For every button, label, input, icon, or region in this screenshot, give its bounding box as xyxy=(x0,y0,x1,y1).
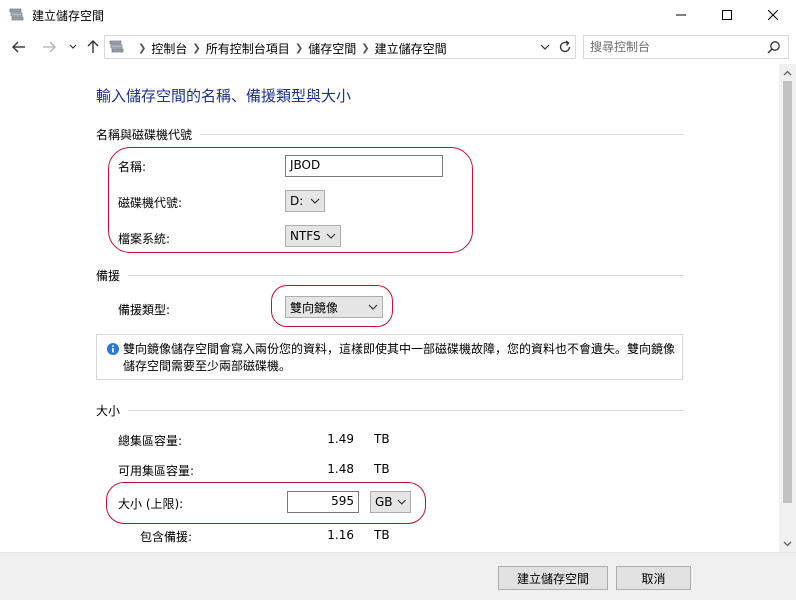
up-button[interactable] xyxy=(84,38,102,56)
cancel-button[interactable]: 取消 xyxy=(616,566,691,590)
refresh-button[interactable] xyxy=(557,39,573,55)
available-capacity-unit: TB xyxy=(374,462,390,476)
divider xyxy=(200,134,684,135)
drive-letter-value: D: xyxy=(290,194,304,208)
address-bar[interactable]: ❯ 控制台 ❯ 所有控制台項目 ❯ 儲存空間 ❯ 建立儲存空間 xyxy=(104,35,576,59)
resiliency-type-dropdown[interactable]: 雙向鏡像 xyxy=(285,296,383,318)
scroll-down-button[interactable] xyxy=(779,535,796,552)
name-label: 名稱: xyxy=(118,160,147,174)
arrow-right-icon xyxy=(43,41,56,53)
chevron-down-icon xyxy=(540,44,550,50)
create-storage-space-window: 建立儲存空間 ❯ 控制台 ❯ 所有控制台項目 ❯ 儲存空間 ❯ 建立儲存空間 搜… xyxy=(0,0,796,600)
storage-spaces-icon xyxy=(9,8,24,21)
drive-letter-label: 磁碟機代號: xyxy=(118,196,183,210)
section-title: 大小 xyxy=(96,404,121,418)
drive-letter-dropdown[interactable]: D: xyxy=(285,190,325,212)
chevron-down-icon xyxy=(783,541,792,546)
section-title: 名稱與磁碟機代號 xyxy=(96,128,193,142)
breadcrumb-item[interactable]: 建立儲存空間 xyxy=(375,40,447,57)
chevron-down-icon xyxy=(310,198,320,204)
name-section-header: 名稱與磁碟機代號 xyxy=(96,126,684,143)
window-title: 建立儲存空間 xyxy=(32,9,105,23)
max-size-input[interactable]: 595 xyxy=(287,491,359,513)
breadcrumb: ❯ 控制台 ❯ 所有控制台項目 ❯ 儲存空間 ❯ 建立儲存空間 xyxy=(133,40,447,57)
arrow-up-icon xyxy=(87,40,99,53)
breadcrumb-item[interactable]: 控制台 xyxy=(151,40,187,57)
recent-locations-button[interactable] xyxy=(64,38,82,56)
file-system-label: 檔案系統: xyxy=(118,232,171,246)
page-title: 輸入儲存空間的名稱、備援類型與大小 xyxy=(96,87,352,105)
breadcrumb-item[interactable]: 儲存空間 xyxy=(308,40,356,57)
search-icon[interactable] xyxy=(767,40,781,54)
info-icon xyxy=(107,343,119,355)
size-unit-dropdown[interactable]: GB xyxy=(370,491,411,513)
chevron-right-icon[interactable]: ❯ xyxy=(361,43,369,54)
scrollbar-thumb[interactable] xyxy=(783,81,792,503)
divider xyxy=(128,410,684,411)
resiliency-info-box: 雙向鏡像儲存空間會寫入兩份您的資料，這樣即使其中一部磁碟機故障，您的資料也不會遺… xyxy=(96,334,683,380)
refresh-icon xyxy=(559,40,571,53)
arrow-left-icon xyxy=(12,41,25,53)
title-bar: 建立儲存空間 xyxy=(0,0,796,30)
main-content: 輸入儲存空間的名稱、備援類型與大小 名稱與磁碟機代號 名稱: JBOD 磁碟機代… xyxy=(0,64,779,552)
minimize-icon xyxy=(676,14,686,16)
file-system-dropdown[interactable]: NTFS xyxy=(285,225,341,247)
chevron-right-icon[interactable]: ❯ xyxy=(192,43,200,54)
dialog-footer: 建立儲存空間 取消 xyxy=(0,552,796,600)
chevron-down-icon xyxy=(326,233,336,239)
resiliency-section-header: 備援 xyxy=(96,267,684,284)
max-size-label: 大小 (上限): xyxy=(118,497,184,511)
close-button[interactable] xyxy=(750,0,796,30)
total-capacity-value: 1.49 xyxy=(327,432,354,446)
maximize-button[interactable] xyxy=(704,0,750,30)
chevron-down-icon xyxy=(397,499,406,505)
resiliency-type-value: 雙向鏡像 xyxy=(290,300,339,315)
search-box xyxy=(583,35,789,59)
file-system-value: NTFS xyxy=(290,229,321,243)
chevron-down-icon xyxy=(69,44,77,49)
divider xyxy=(128,275,684,276)
vertical-scrollbar[interactable] xyxy=(779,64,796,552)
available-capacity-value: 1.48 xyxy=(327,462,354,476)
chevron-up-icon xyxy=(783,70,792,75)
storage-spaces-icon xyxy=(109,40,124,53)
search-input[interactable] xyxy=(590,39,760,55)
size-section-header: 大小 xyxy=(96,402,684,419)
size-unit-value: GB xyxy=(375,495,393,509)
minimize-button[interactable] xyxy=(658,0,704,30)
name-input[interactable]: JBOD xyxy=(285,155,443,177)
including-resiliency-label: 包含備援: xyxy=(140,530,193,544)
chevron-down-icon xyxy=(368,304,378,310)
resiliency-info-text: 雙向鏡像儲存空間會寫入兩份您的資料，這樣即使其中一部磁碟機故障，您的資料也不會遺… xyxy=(123,342,676,373)
including-resiliency-unit: TB xyxy=(374,528,390,542)
including-resiliency-value: 1.16 xyxy=(327,528,354,542)
create-storage-space-button[interactable]: 建立儲存空間 xyxy=(498,566,608,590)
navigation-bar: ❯ 控制台 ❯ 所有控制台項目 ❯ 儲存空間 ❯ 建立儲存空間 xyxy=(0,30,796,64)
forward-button[interactable] xyxy=(40,38,58,56)
scroll-up-button[interactable] xyxy=(779,64,796,81)
total-capacity-unit: TB xyxy=(374,432,390,446)
total-capacity-label: 總集區容量: xyxy=(118,434,183,448)
back-button[interactable] xyxy=(10,38,28,56)
address-history-button[interactable] xyxy=(537,39,553,55)
available-capacity-label: 可用集區容量: xyxy=(118,464,195,478)
chevron-right-icon[interactable]: ❯ xyxy=(295,43,303,54)
breadcrumb-item[interactable]: 所有控制台項目 xyxy=(206,40,290,57)
section-title: 備援 xyxy=(96,269,121,283)
resiliency-type-label: 備援類型: xyxy=(118,303,171,317)
close-icon xyxy=(768,10,778,20)
maximize-icon xyxy=(722,10,732,20)
chevron-right-icon: ❯ xyxy=(138,43,147,54)
